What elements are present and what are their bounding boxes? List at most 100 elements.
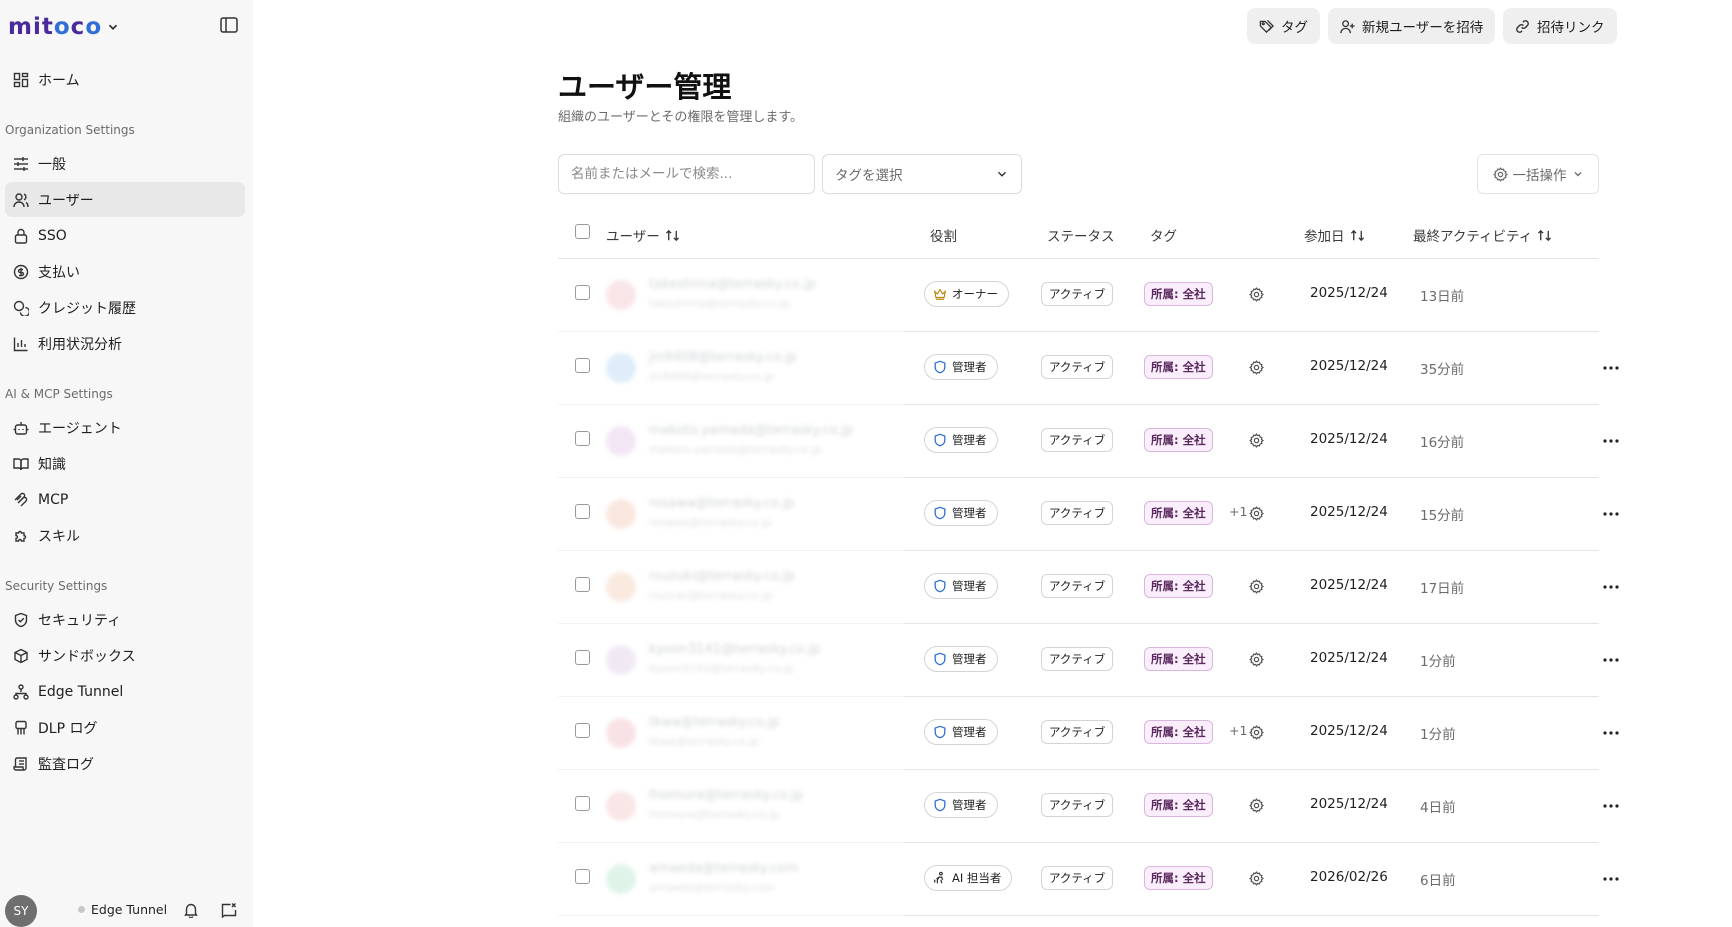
row-checkbox[interactable] (575, 358, 590, 373)
sidebar-item-edge-tunnel[interactable]: Edge Tunnel (5, 674, 245, 709)
sidebar-item-billing[interactable]: 支払い (5, 254, 245, 289)
table-row[interactable]: rsuzuki@terrasky.co.jp rsuzuki@terrasky.… (558, 551, 1619, 624)
more-options-icon[interactable] (1602, 432, 1620, 450)
tag-select[interactable]: タグを選択 (822, 154, 1022, 194)
user-cell: amaeda@terrasky.com amaeda@terrasky.com (606, 861, 866, 899)
invite-link-button[interactable]: 招待リンク (1503, 8, 1617, 44)
footer-tunnel-label[interactable]: Edge Tunnel (91, 902, 167, 917)
more-options-icon[interactable] (1602, 505, 1620, 523)
role-badge[interactable]: AI 担当者 (924, 865, 1013, 891)
sidebar-item-label: 利用状況分析 (38, 336, 122, 353)
sidebar-item-label: スキル (38, 528, 80, 545)
sidebar-item-users[interactable]: ユーザー (5, 182, 245, 217)
more-options-icon[interactable] (1602, 870, 1620, 888)
role-badge[interactable]: 管理者 (924, 500, 998, 526)
user-cell: tkwa@terrasky.co.jp tkwa@terrasky.co.jp (606, 715, 866, 753)
table-row[interactable]: kyoon3141@terrasky.co.jp kyoon3141@terra… (558, 624, 1619, 697)
sidebar-item-skills[interactable]: スキル (5, 518, 245, 553)
role-badge[interactable]: 管理者 (924, 427, 998, 453)
column-user[interactable]: ユーザー (606, 225, 680, 245)
org-switcher[interactable]: mitoco (8, 12, 120, 42)
more-options-icon[interactable] (1602, 359, 1620, 377)
table-row[interactable]: fnomura@terrasky.co.jp fnomura@terrasky.… (558, 770, 1619, 843)
shield-icon (933, 360, 952, 374)
gear-icon[interactable] (1249, 433, 1264, 448)
more-options-icon[interactable] (1602, 578, 1620, 596)
feedback-icon[interactable] (221, 902, 237, 918)
bulk-action-button[interactable]: 一括操作 (1477, 154, 1599, 194)
row-checkbox[interactable] (575, 285, 590, 300)
user-email: rosawa@terrasky.co.jp (649, 496, 795, 511)
gear-icon[interactable] (1249, 579, 1264, 594)
role-badge[interactable]: 管理者 (924, 792, 998, 818)
row-checkbox[interactable] (575, 577, 590, 592)
tag-more-count[interactable]: +1 (1229, 723, 1247, 738)
sidebar-item-home[interactable]: ホーム (5, 62, 245, 97)
avatar[interactable]: SY (5, 895, 37, 927)
sidebar-item-knowledge[interactable]: 知識 (5, 446, 245, 481)
more-options-icon[interactable] (1602, 797, 1620, 815)
avatar (606, 718, 636, 748)
role-badge[interactable]: 管理者 (924, 573, 998, 599)
tag-badge: 所属: 全社 (1144, 355, 1213, 379)
role-badge[interactable]: オーナー (924, 281, 1009, 307)
joined-date: 2025/12/24 (1310, 358, 1388, 374)
tag-button[interactable]: タグ (1247, 8, 1320, 44)
user-email-secondary: amaeda@terrasky.com (649, 881, 776, 894)
sidebar-item-sandbox[interactable]: サンドボックス (5, 638, 245, 673)
table-row[interactable]: tkwa@terrasky.co.jp tkwa@terrasky.co.jp … (558, 697, 1619, 770)
sidebar-item-label: ユーザー (38, 192, 94, 209)
user-cell: jin9408@terrasky.co.jp jin9408@terrasky.… (606, 350, 866, 388)
gear-icon[interactable] (1249, 725, 1264, 740)
box-icon (13, 648, 29, 664)
ai-person-icon (933, 871, 952, 885)
sliders-icon (13, 156, 29, 172)
row-checkbox[interactable] (575, 431, 590, 446)
sidebar-item-sso[interactable]: SSO (5, 218, 245, 253)
more-options-icon[interactable] (1602, 651, 1620, 669)
sidebar-item-label: 一般 (38, 156, 66, 173)
table-body: takeshima@terrasky.co.jp takeshima@terra… (558, 259, 1619, 916)
sidebar-item-usage-analytics[interactable]: 利用状況分析 (5, 326, 245, 361)
row-checkbox[interactable] (575, 796, 590, 811)
sidebar-toggle-icon[interactable] (220, 17, 238, 33)
sidebar-item-security[interactable]: セキュリティ (5, 602, 245, 637)
gear-icon[interactable] (1249, 871, 1264, 886)
section-label-organization: Organization Settings (5, 123, 135, 137)
bell-icon[interactable] (183, 902, 199, 918)
row-checkbox[interactable] (575, 869, 590, 884)
sidebar-item-agents[interactable]: エージェント (5, 410, 245, 445)
role-badge[interactable]: 管理者 (924, 646, 998, 672)
book-icon (13, 456, 29, 472)
role-badge[interactable]: 管理者 (924, 719, 998, 745)
column-joined[interactable]: 参加日 (1304, 225, 1365, 245)
sidebar-item-general[interactable]: 一般 (5, 146, 245, 181)
table-row[interactable]: amaeda@terrasky.com amaeda@terrasky.com … (558, 843, 1619, 916)
row-checkbox[interactable] (575, 723, 590, 738)
more-options-icon[interactable] (1602, 724, 1620, 742)
invite-user-button[interactable]: 新規ユーザーを招待 (1328, 8, 1496, 44)
tag-more-count[interactable]: +1 (1229, 504, 1247, 519)
sidebar-item-audit-log[interactable]: 監査ログ (5, 746, 245, 781)
gear-icon[interactable] (1249, 360, 1264, 375)
table-row[interactable]: takeshima@terrasky.co.jp takeshima@terra… (558, 259, 1599, 332)
gear-icon[interactable] (1249, 287, 1264, 302)
column-last-active[interactable]: 最終アクティビティ (1413, 225, 1552, 245)
gear-icon[interactable] (1249, 798, 1264, 813)
table-row[interactable]: makoto.yamada@terrasky.co.jp makoto.yama… (558, 405, 1619, 478)
sidebar-item-dlp-log[interactable]: DLP ログ (5, 710, 245, 745)
avatar (606, 499, 636, 529)
gear-icon[interactable] (1249, 506, 1264, 521)
role-badge[interactable]: 管理者 (924, 354, 998, 380)
column-tags: タグ (1150, 229, 1177, 245)
chevron-down-icon (998, 171, 1006, 177)
search-input[interactable] (558, 154, 815, 194)
row-checkbox[interactable] (575, 504, 590, 519)
select-all-checkbox[interactable] (575, 224, 590, 239)
row-checkbox[interactable] (575, 650, 590, 665)
sidebar-item-credit-history[interactable]: クレジット履歴 (5, 290, 245, 325)
sidebar-item-mcp[interactable]: MCP (5, 482, 245, 517)
gear-icon[interactable] (1249, 652, 1264, 667)
table-row[interactable]: rosawa@terrasky.co.jp rosawa@terrasky.co… (558, 478, 1619, 551)
table-row[interactable]: jin9408@terrasky.co.jp jin9408@terrasky.… (558, 332, 1619, 405)
